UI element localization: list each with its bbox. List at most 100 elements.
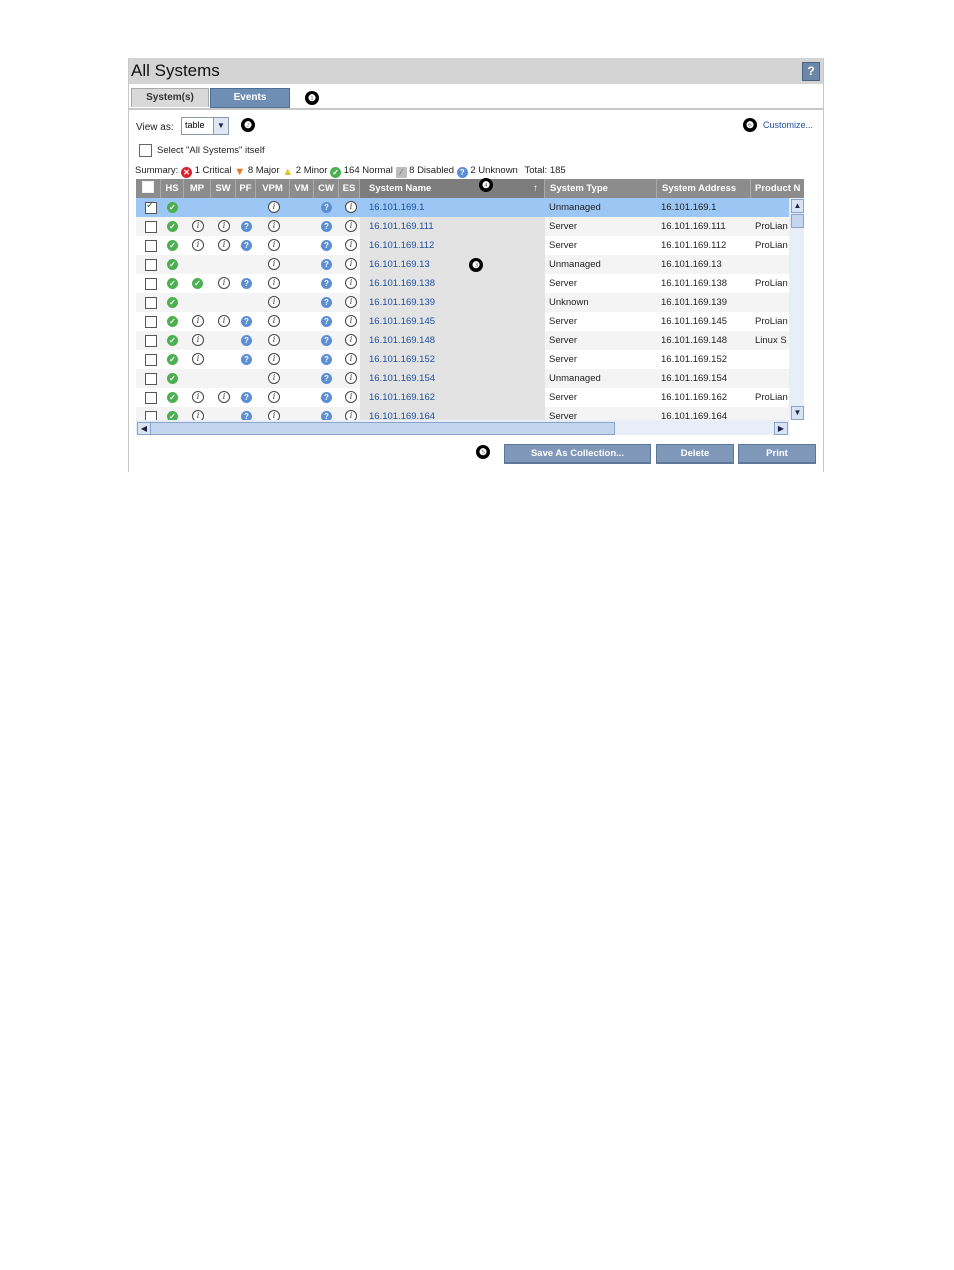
col-system-address[interactable]: System Address <box>657 179 751 198</box>
info-icon[interactable]: i <box>345 391 357 403</box>
status-unknown-icon[interactable]: ? <box>321 297 332 308</box>
row-checkbox[interactable] <box>145 259 157 271</box>
scroll-up-icon[interactable]: ▲ <box>791 199 804 213</box>
info-icon[interactable]: i <box>345 334 357 346</box>
status-normal-icon[interactable]: ✓ <box>192 278 203 289</box>
row-checkbox[interactable] <box>145 240 157 252</box>
table-row[interactable]: ✓ i? i 16.101.169.1 Unmanaged 16.101.169.1 <box>136 198 789 217</box>
status-unknown-icon[interactable]: ? <box>321 278 332 289</box>
col-system-name[interactable]: System Name ↑ <box>360 179 545 198</box>
table-row[interactable]: ✓ i i? i? i 16.101.169.162 Server 16.101.169.16… <box>136 388 789 407</box>
table-row[interactable]: ✓ i? i? i 16.101.169.152 Server 16.101.169.152 <box>136 350 789 369</box>
status-normal-icon[interactable]: ✓ <box>167 373 178 384</box>
info-icon[interactable]: i <box>192 353 204 365</box>
status-unknown-icon[interactable]: ? <box>321 392 332 403</box>
row-checkbox[interactable] <box>145 221 157 233</box>
status-unknown-icon[interactable]: ? <box>321 373 332 384</box>
row-checkbox[interactable] <box>145 316 157 328</box>
info-icon[interactable]: i <box>345 239 357 251</box>
status-unknown-icon[interactable]: ? <box>321 354 332 365</box>
info-icon[interactable]: i <box>192 315 204 327</box>
tab-systems[interactable]: System(s) <box>131 88 209 107</box>
info-icon[interactable]: i <box>268 258 280 270</box>
help-icon[interactable]: ? <box>802 62 820 81</box>
status-unknown-icon[interactable]: ? <box>241 392 252 403</box>
status-unknown-icon[interactable]: ? <box>321 316 332 327</box>
vertical-scrollbar[interactable]: ▲ ▼ <box>789 198 804 420</box>
status-normal-icon[interactable]: ✓ <box>167 392 178 403</box>
info-icon[interactable]: i <box>268 334 280 346</box>
status-unknown-icon[interactable]: ? <box>241 240 252 251</box>
customize-link[interactable]: Customize... <box>763 120 813 130</box>
horizontal-scroll-thumb[interactable] <box>150 422 615 435</box>
horizontal-scrollbar[interactable]: ◀ ▶ <box>136 420 789 435</box>
info-icon[interactable]: i <box>218 391 230 403</box>
info-icon[interactable]: i <box>192 220 204 232</box>
row-checkbox[interactable] <box>145 392 157 404</box>
status-normal-icon[interactable]: ✓ <box>167 297 178 308</box>
row-checkbox[interactable] <box>145 373 157 385</box>
status-normal-icon[interactable]: ✓ <box>167 316 178 327</box>
save-as-collection-button[interactable]: Save As Collection... <box>504 444 651 464</box>
system-name-link[interactable]: 16.101.169.139 <box>369 293 435 312</box>
info-icon[interactable]: i <box>218 315 230 327</box>
info-icon[interactable]: i <box>218 239 230 251</box>
status-unknown-icon[interactable]: ? <box>321 221 332 232</box>
delete-button[interactable]: Delete <box>656 444 734 464</box>
header-checkbox[interactable] <box>142 181 154 193</box>
system-name-link[interactable]: 16.101.169.138 <box>369 274 435 293</box>
row-checkbox[interactable] <box>145 278 157 290</box>
system-name-link[interactable]: 16.101.169.162 <box>369 388 435 407</box>
info-icon[interactable]: i <box>268 315 280 327</box>
col-es[interactable]: ES <box>339 179 360 198</box>
col-vm[interactable]: VM <box>290 179 314 198</box>
info-icon[interactable]: i <box>218 220 230 232</box>
info-icon[interactable]: i <box>345 296 357 308</box>
table-row[interactable]: ✓ i i? i? i 16.101.169.145 Server 16.101.169.14… <box>136 312 789 331</box>
col-mp[interactable]: MP <box>184 179 211 198</box>
col-pf[interactable]: PF <box>236 179 256 198</box>
scroll-left-icon[interactable]: ◀ <box>137 422 151 435</box>
scroll-down-icon[interactable]: ▼ <box>791 406 804 420</box>
print-button[interactable]: Print <box>738 444 816 464</box>
status-normal-icon[interactable]: ✓ <box>167 221 178 232</box>
row-checkbox[interactable] <box>145 200 157 214</box>
col-system-type[interactable]: System Type <box>545 179 657 198</box>
table-row[interactable]: ✓ i i? i? i 16.101.169.112 Server 16.101.169.11… <box>136 236 789 255</box>
info-icon[interactable]: i <box>268 296 280 308</box>
info-icon[interactable]: i <box>268 372 280 384</box>
info-icon[interactable]: i <box>345 277 357 289</box>
status-normal-icon[interactable]: ✓ <box>167 354 178 365</box>
info-icon[interactable]: i <box>345 315 357 327</box>
scroll-right-icon[interactable]: ▶ <box>774 422 788 435</box>
col-vpm[interactable]: VPM <box>256 179 290 198</box>
status-unknown-icon[interactable]: ? <box>321 259 332 270</box>
info-icon[interactable]: i <box>345 258 357 270</box>
info-icon[interactable]: i <box>192 239 204 251</box>
status-unknown-icon[interactable]: ? <box>321 202 332 213</box>
tab-events[interactable]: Events <box>210 88 290 108</box>
info-icon[interactable]: i <box>268 277 280 289</box>
info-icon[interactable]: i <box>268 391 280 403</box>
status-normal-icon[interactable]: ✓ <box>167 335 178 346</box>
status-unknown-icon[interactable]: ? <box>241 278 252 289</box>
row-checkbox[interactable] <box>145 297 157 309</box>
system-name-link[interactable]: 16.101.169.13 <box>369 255 430 274</box>
info-icon[interactable]: i <box>268 239 280 251</box>
system-name-link[interactable]: 16.101.169.1 <box>369 198 424 217</box>
info-icon[interactable]: i <box>268 201 280 213</box>
info-icon[interactable]: i <box>268 220 280 232</box>
col-sw[interactable]: SW <box>211 179 236 198</box>
status-unknown-icon[interactable]: ? <box>241 335 252 346</box>
status-normal-icon[interactable]: ✓ <box>167 259 178 270</box>
vertical-scroll-thumb[interactable] <box>791 214 804 228</box>
table-row[interactable]: ✓ ✓ i? i? i 16.101.169.138 Server 16.101.169.13… <box>136 274 789 293</box>
status-normal-icon[interactable]: ✓ <box>167 202 178 213</box>
info-icon[interactable]: i <box>345 353 357 365</box>
table-row[interactable]: ✓ i? i? i 16.101.169.148 Server 16.101.169.148… <box>136 331 789 350</box>
col-cw[interactable]: CW <box>314 179 339 198</box>
table-row[interactable]: ✓ i? i 16.101.169.139 Unknown 16.101.169.139 <box>136 293 789 312</box>
system-name-link[interactable]: 16.101.169.111 <box>369 217 434 236</box>
info-icon[interactable]: i <box>345 201 357 213</box>
status-unknown-icon[interactable]: ? <box>241 221 252 232</box>
